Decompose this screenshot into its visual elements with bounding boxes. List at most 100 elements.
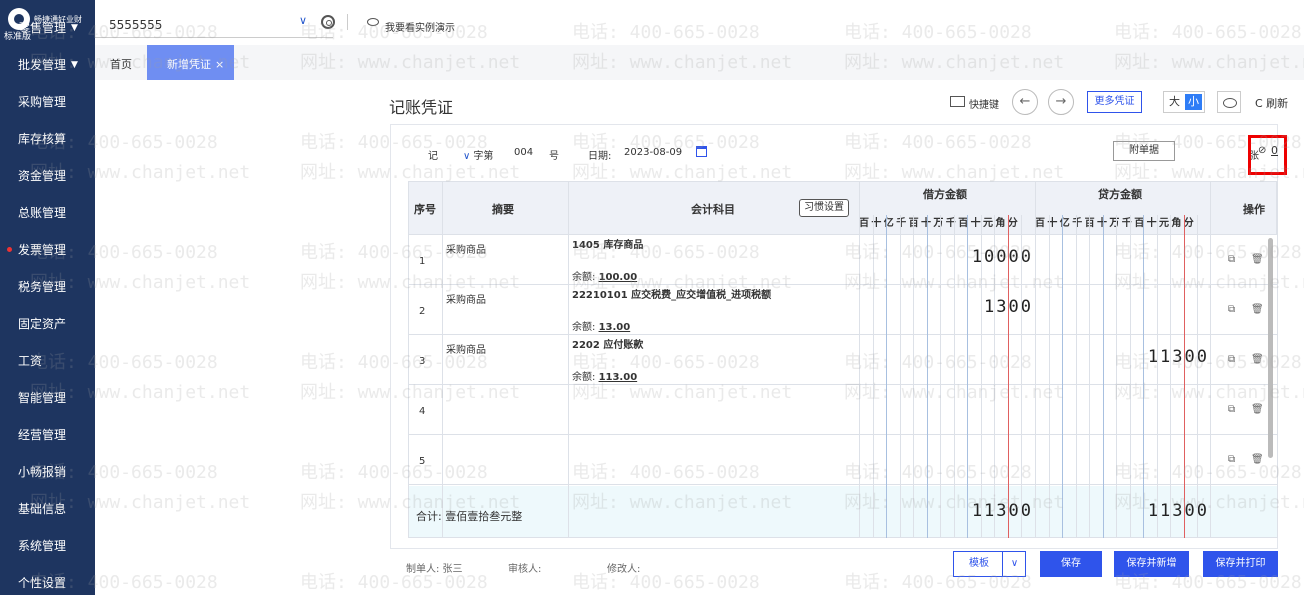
sidebar-item-label: 采购管理 (18, 95, 67, 109)
date-label: 日期: (588, 151, 612, 162)
delete-icon[interactable]: 🗑 (1251, 304, 1264, 315)
sidebar-item-label: 经营管理 (18, 428, 67, 442)
attach-button[interactable]: 附单据 (1113, 141, 1175, 161)
save-and-new-button[interactable]: 保存并新增 (1114, 551, 1189, 577)
tab-new-voucher[interactable]: 新增凭证 × (147, 45, 234, 80)
sidebar-item[interactable]: 批发管理 ▼ (0, 46, 95, 83)
balance-info: 余额: 113.00 (572, 368, 637, 383)
debit-digit-labels: 百十亿千百十万千百十元角分 (859, 218, 1021, 229)
divider (347, 14, 348, 30)
debit-amount[interactable]: 1300 (858, 297, 1033, 317)
debit-amount[interactable]: 10000 (858, 247, 1033, 267)
account-cell[interactable]: 1405 库存商品 (572, 236, 643, 251)
header-ops: 操作 (1243, 203, 1265, 216)
balance-info: 余额: 100.00 (572, 268, 637, 283)
chevron-down-icon[interactable]: ∨ (1002, 552, 1026, 576)
copy-icon[interactable]: ⧉ (1228, 354, 1235, 365)
next-button[interactable]: → (1048, 89, 1074, 115)
top-bar: 5555555 ∨ 我要看实例演示 (95, 0, 1304, 45)
refresh-button[interactable]: C 刷新 (1255, 95, 1288, 111)
account-cell[interactable]: 2202 应付账款 (572, 336, 643, 351)
date-input[interactable]: 2023-08-09 (624, 147, 682, 158)
voucher-type[interactable]: 记 (428, 147, 438, 162)
scrollbar[interactable] (1268, 238, 1273, 458)
save-button[interactable]: 保存 (1040, 551, 1102, 577)
balance-value: 113.00 (598, 372, 638, 383)
prev-button[interactable]: ← (1012, 89, 1038, 115)
delete-icon[interactable]: 🗑 (1251, 404, 1264, 415)
calendar-icon[interactable] (696, 146, 707, 157)
table-row[interactable]: 3 采购商品 2202 应付账款 余额: 113.00 11300 ⧉ 🗑 (408, 335, 1277, 385)
eye-icon[interactable] (367, 18, 379, 26)
delete-icon[interactable]: 🗑 (1251, 254, 1264, 265)
header-summary: 摘要 (492, 203, 514, 216)
sidebar-item[interactable]: 工资 (0, 342, 95, 379)
sidebar-item[interactable]: 采购管理 (0, 83, 95, 120)
size-small-button[interactable]: 小 (1185, 94, 1202, 110)
tab-home[interactable]: 首页 (110, 56, 132, 72)
sidebar-item-label: 零售管理 (18, 21, 67, 35)
gear-icon[interactable] (321, 15, 335, 29)
sidebar-item[interactable]: 小畅报销 (0, 453, 95, 490)
sidebar-item[interactable]: 零售管理 ▼ (0, 9, 95, 46)
shortcut-button[interactable]: 快捷键 (969, 96, 999, 111)
balance-value: 13.00 (598, 322, 631, 333)
sidebar-item[interactable]: 智能管理 (0, 379, 95, 416)
row-number: 1 (419, 256, 426, 267)
summary-cell[interactable]: 采购商品 (446, 291, 486, 306)
table-row[interactable]: 2 采购商品 22210101 应交税费_应交增值税_进项税额余额: 13.00 13… (408, 285, 1277, 335)
copy-icon[interactable]: ⧉ (1228, 454, 1235, 465)
table-row[interactable]: 4 ⧉ 🗑 (408, 385, 1277, 435)
eye-icon[interactable] (1217, 91, 1241, 113)
table-row[interactable]: 1 采购商品 1405 库存商品 余额: 100.00 10000 ⧉ 🗑 (408, 235, 1277, 285)
keyboard-icon[interactable] (950, 96, 965, 107)
auditor-label: 审核人: (508, 564, 542, 575)
delete-icon[interactable]: 🗑 (1251, 454, 1264, 465)
voucher-number-input[interactable]: 004 (514, 147, 533, 158)
sidebar-item-label: 总账管理 (18, 206, 67, 220)
maker-label: 制单人: 张三 (406, 564, 463, 575)
row-number: 2 (419, 306, 426, 317)
sidebar-item[interactable]: 个性设置 (0, 564, 95, 595)
tab-bar: 首页 新增凭证 × (95, 45, 1304, 80)
summary-cell[interactable]: 采购商品 (446, 341, 486, 356)
sidebar-item[interactable]: 发票管理 (0, 231, 95, 268)
row-number: 5 (419, 456, 426, 467)
sidebar-item-label: 批发管理 (18, 58, 67, 72)
modifier-label: 修改人: (607, 564, 641, 575)
copy-icon[interactable]: ⧉ (1228, 404, 1235, 415)
copy-icon[interactable]: ⧉ (1228, 304, 1235, 315)
more-vouchers-button[interactable]: 更多凭证 (1087, 91, 1142, 113)
sidebar-item[interactable]: 固定资产 (0, 305, 95, 342)
habit-settings-button[interactable]: 习惯设置 (799, 199, 849, 217)
credit-digit-labels: 百十亿千百十万千百十元角分 (1035, 218, 1197, 229)
chevron-down-icon[interactable]: ∨ (299, 14, 307, 27)
sidebar-item-label: 小畅报销 (18, 465, 67, 479)
table-row[interactable]: 5 ⧉ 🗑 (408, 435, 1277, 485)
sidebar-menu: 零售管理 ▼ 批发管理 ▼ 采购管理 库存核算 资金管理 总账管理 发票管理 税务管理 固定资产 工资… (0, 21, 95, 595)
sidebar-item[interactable]: 总账管理 (0, 194, 95, 231)
main-content: 记账凭证 快捷键 ← → 更多凭证 大 小 C 刷新 记 ∨ 字第 004 号 日… (95, 80, 1304, 595)
copy-icon[interactable]: ⧉ (1228, 254, 1235, 265)
save-and-print-button[interactable]: 保存并打印 (1203, 551, 1278, 577)
account-selector[interactable]: 5555555 (109, 18, 162, 32)
sidebar-item[interactable]: 基础信息 (0, 490, 95, 527)
header-credit: 贷方金额 (1098, 188, 1142, 201)
sidebar-item[interactable]: 资金管理 (0, 157, 95, 194)
voucher-word[interactable]: ∨ 字第 (463, 147, 493, 162)
summary-cell[interactable]: 采购商品 (446, 241, 486, 256)
size-big-button[interactable]: 大 (1164, 92, 1185, 112)
sidebar-item[interactable]: 库存核算 (0, 120, 95, 157)
account-cell[interactable]: 22210101 应交税费_应交增值税_进项税额 (572, 286, 771, 301)
sidebar-item[interactable]: 系统管理 (0, 527, 95, 564)
sidebar-item[interactable]: 税务管理 (0, 268, 95, 305)
delete-icon[interactable]: 🗑 (1251, 354, 1264, 365)
hao-label: 号 (549, 151, 559, 162)
sidebar-item[interactable]: 经营管理 (0, 416, 95, 453)
balance-label: 余额: (572, 322, 596, 333)
demo-link[interactable]: 我要看实例演示 (385, 19, 455, 34)
sidebar-item-label: 个性设置 (18, 576, 67, 590)
credit-amount[interactable]: 11300 (1034, 347, 1209, 367)
close-icon[interactable]: × (215, 58, 224, 71)
template-button[interactable]: 模板 ∨ (953, 551, 1026, 577)
